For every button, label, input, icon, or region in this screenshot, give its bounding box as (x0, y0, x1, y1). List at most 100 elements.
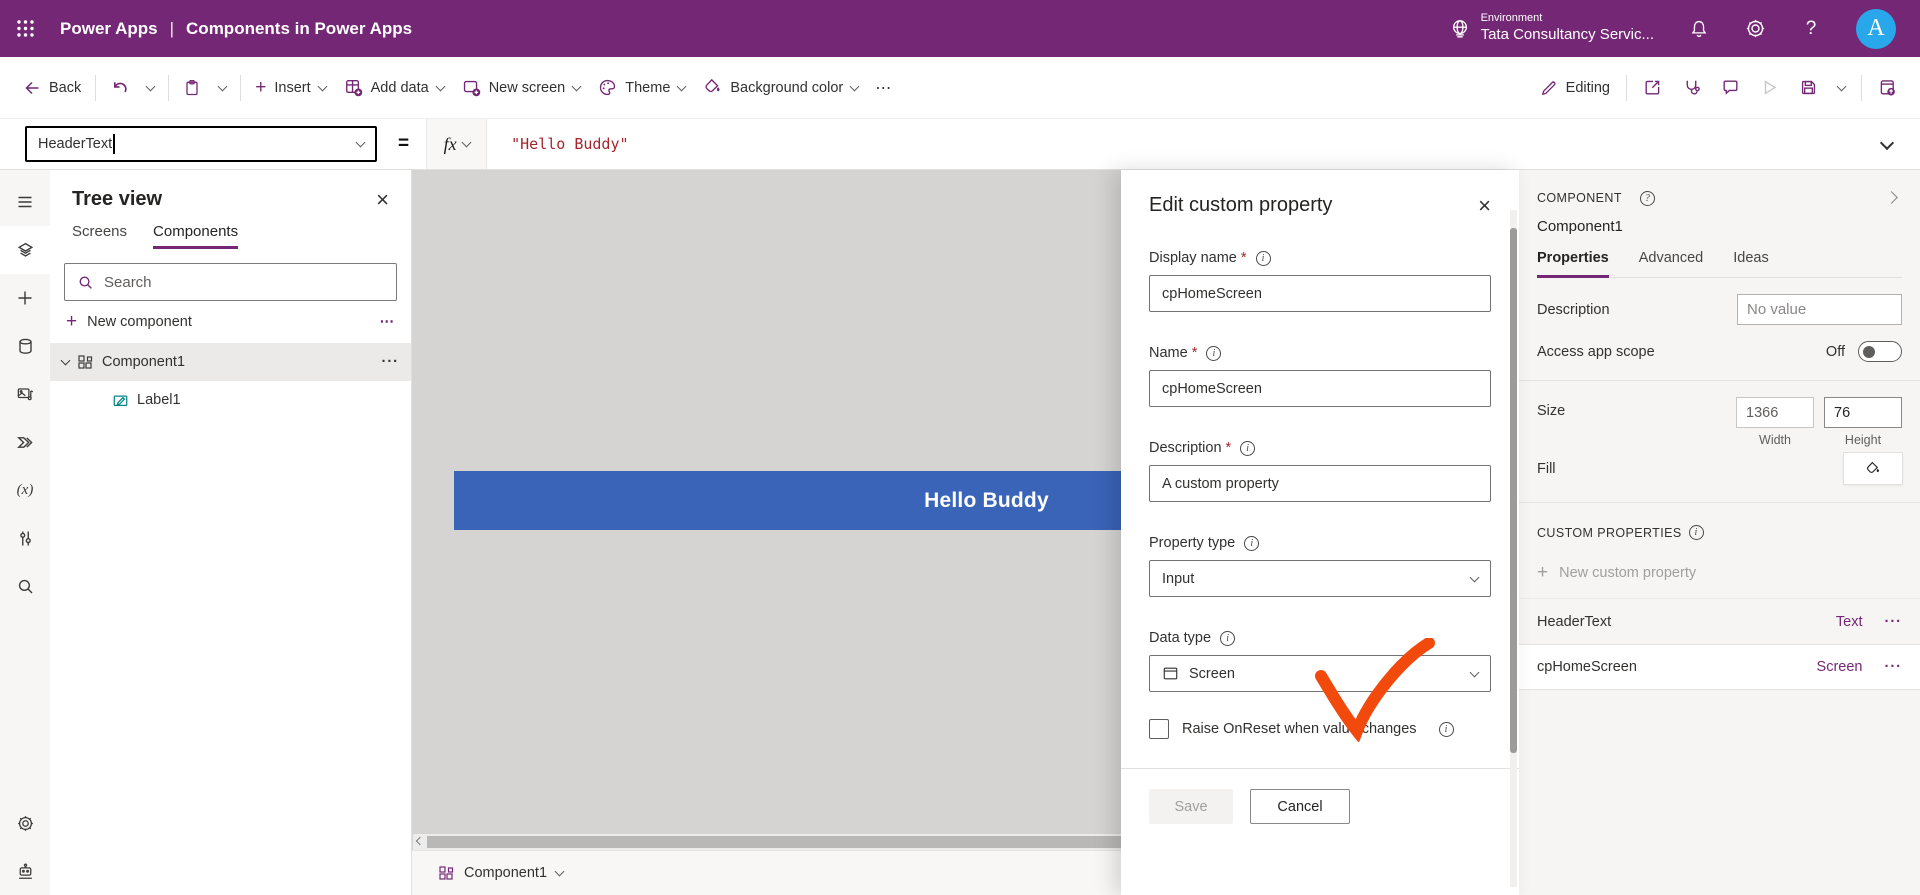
description-row: Description No value (1537, 294, 1902, 325)
tree-item-label1[interactable]: Label1 (50, 381, 411, 419)
fx-button[interactable]: fx (427, 119, 488, 169)
property-overflow-icon[interactable]: ··· (1885, 614, 1903, 630)
data-type-label: Data type i (1149, 630, 1491, 646)
rail-tree-view-icon[interactable] (0, 226, 50, 274)
description-label: Description * i (1149, 440, 1491, 456)
comments-button[interactable] (1712, 78, 1749, 97)
tab-ideas[interactable]: Ideas (1733, 250, 1768, 277)
toolbar-divider (1626, 74, 1627, 101)
tree-item-component1[interactable]: Component1 ··· (50, 343, 411, 381)
property-overflow-icon[interactable]: ··· (1885, 659, 1903, 675)
toolbar-overflow-button[interactable]: ⋯ (867, 78, 900, 98)
save-button[interactable] (1790, 78, 1827, 97)
rail-virtual-agent-icon[interactable] (0, 847, 50, 895)
tree-view-close-icon[interactable]: × (376, 188, 389, 211)
notifications-button[interactable] (1688, 18, 1710, 40)
settings-button[interactable] (1744, 18, 1766, 40)
clipboard-icon (186, 79, 198, 95)
theme-button[interactable]: Theme (589, 78, 694, 97)
description-input[interactable]: No value (1737, 294, 1902, 325)
add-data-button[interactable]: Add data (335, 78, 453, 97)
rail-media-icon[interactable] (0, 370, 50, 418)
app-checker-button[interactable] (1673, 78, 1710, 97)
paste-menu-button[interactable] (210, 81, 235, 91)
scroll-left-arrow-icon[interactable] (413, 836, 427, 845)
custom-properties-info-icon[interactable]: i (1688, 525, 1704, 540)
height-input[interactable]: 76 (1824, 397, 1902, 428)
tree-search-box[interactable] (64, 263, 397, 301)
undo-menu-button[interactable] (138, 81, 163, 91)
formula-input[interactable]: "Hello Buddy" (487, 119, 1854, 169)
raise-onreset-checkbox[interactable] (1149, 719, 1169, 739)
new-screen-button[interactable]: New screen (453, 78, 590, 97)
info-icon[interactable]: i (1255, 250, 1271, 266)
cancel-button[interactable]: Cancel (1250, 789, 1350, 824)
rail-insert-icon[interactable] (0, 274, 50, 322)
new-component-overflow-icon[interactable]: ⋯ (380, 314, 396, 330)
component-help-icon[interactable]: ? (1639, 190, 1655, 206)
rail-data-icon[interactable] (0, 322, 50, 370)
background-color-button[interactable]: Background color (694, 78, 867, 97)
formula-bar-expand-button[interactable] (1854, 119, 1920, 169)
custom-property-row-cphomescreen[interactable]: cpHomeScreen Screen ··· (1519, 644, 1920, 690)
info-icon[interactable]: i (1244, 535, 1260, 551)
custom-property-row-headertext[interactable]: HeaderText Text ··· (1519, 598, 1920, 644)
rail-settings-icon[interactable] (0, 799, 50, 847)
rail-power-automate-icon[interactable] (0, 418, 50, 466)
property-selector[interactable]: HeaderText (25, 126, 377, 162)
tab-screens[interactable]: Screens (72, 223, 127, 249)
expand-chevron-icon[interactable] (60, 355, 71, 366)
preview-button[interactable] (1751, 78, 1788, 97)
editing-mode-button[interactable]: Editing (1531, 79, 1619, 97)
tree-item-overflow-icon[interactable]: ··· (382, 354, 400, 370)
globe-icon (1452, 19, 1467, 37)
save-button[interactable]: Save (1149, 789, 1233, 824)
display-name-input[interactable]: cpHomeScreen (1149, 275, 1491, 312)
new-custom-property-button[interactable]: + New custom property (1519, 562, 1920, 584)
share-button[interactable] (1634, 78, 1671, 97)
dialog-close-icon[interactable]: × (1478, 194, 1491, 217)
back-button[interactable]: Back (14, 79, 90, 97)
save-menu-button[interactable] (1829, 81, 1854, 91)
size-label: Size (1537, 403, 1566, 419)
info-icon[interactable]: i (1240, 440, 1256, 456)
bottom-tab-label[interactable]: Component1 (464, 865, 547, 881)
rail-advanced-tools-icon[interactable] (0, 514, 50, 562)
search-input[interactable] (104, 273, 384, 291)
chevron-down-icon[interactable] (554, 866, 565, 877)
dialog-scrollbar-thumb[interactable] (1510, 228, 1517, 753)
paste-button[interactable] (174, 79, 210, 97)
required-asterisk: * (1225, 440, 1232, 456)
new-component-button[interactable]: + New component ⋯ (50, 301, 411, 343)
rail-hamburger-icon[interactable] (0, 178, 50, 226)
help-button[interactable]: ? (1800, 18, 1822, 40)
tab-advanced[interactable]: Advanced (1639, 250, 1704, 277)
label-text: Name (1149, 345, 1188, 361)
avatar[interactable]: A (1856, 8, 1896, 49)
panel-divider (1519, 380, 1920, 381)
insert-button[interactable]: + Insert (246, 77, 334, 99)
fill-color-button[interactable] (1844, 453, 1902, 484)
gear-icon (1746, 19, 1764, 38)
access-app-scope-toggle[interactable] (1858, 341, 1902, 362)
pencil-icon (1541, 80, 1556, 95)
info-icon[interactable]: i (1220, 630, 1236, 646)
publish-button[interactable] (1869, 78, 1906, 97)
width-input[interactable]: 1366 (1736, 397, 1814, 428)
rail-variables-icon[interactable]: (x) (0, 466, 50, 514)
name-input[interactable]: cpHomeScreen (1149, 370, 1491, 407)
chevron-down-icon (1469, 667, 1480, 677)
waffle-menu-icon[interactable] (0, 19, 50, 38)
property-type-dropdown[interactable]: Input (1149, 560, 1491, 597)
undo-button[interactable] (101, 78, 138, 97)
tab-properties[interactable]: Properties (1537, 250, 1609, 278)
data-type-dropdown[interactable]: Screen (1149, 655, 1491, 692)
environment-picker[interactable]: Environment Tata Consultancy Servic... (1449, 12, 1654, 45)
rail-search-icon[interactable] (0, 562, 50, 610)
screen-type-icon (1163, 667, 1178, 680)
description-input[interactable]: A custom property (1149, 465, 1491, 502)
tab-components[interactable]: Components (153, 223, 239, 249)
info-icon[interactable]: i (1206, 345, 1222, 361)
info-icon[interactable]: i (1438, 721, 1454, 737)
collapse-panel-button[interactable] (1885, 190, 1902, 206)
